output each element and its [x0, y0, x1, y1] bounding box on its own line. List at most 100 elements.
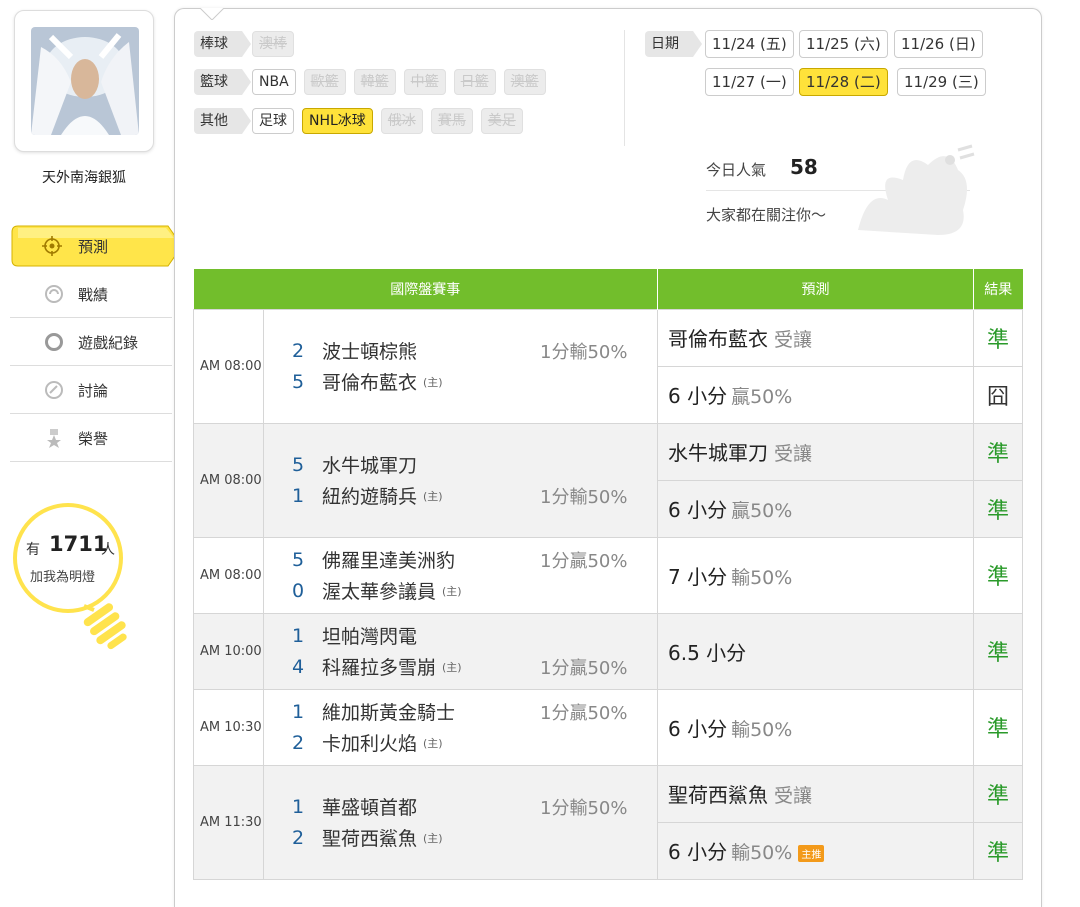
- away-team: 5 佛羅里達美洲豹 1分贏50%: [292, 544, 657, 575]
- date-label: 日期: [645, 31, 702, 57]
- column-header: 國際盤賽事: [193, 269, 658, 309]
- match-cell: 2 波士頓棕熊 1分輸50% 5 哥倫布藍衣 (主): [263, 308, 658, 424]
- team-name[interactable]: 哥倫布藍衣: [322, 368, 417, 395]
- fans-prefix: 有: [26, 542, 40, 558]
- team-name[interactable]: 水牛城軍刀: [322, 451, 417, 478]
- prediction-cell: 6 小分 贏50%: [657, 479, 974, 538]
- menu-label: 遊戲紀錄: [78, 334, 139, 352]
- prediction-pick: 6 小分: [668, 840, 728, 864]
- date-tab[interactable]: 11/29 (三): [897, 68, 986, 96]
- home-team: 5 哥倫布藍衣 (主): [292, 366, 657, 397]
- team-name[interactable]: 坦帕灣閃電: [322, 622, 417, 649]
- league-tag-selected[interactable]: NHL冰球: [302, 108, 373, 134]
- result-cell: 準: [973, 612, 1023, 690]
- home-marker: (主): [423, 489, 443, 503]
- home-team: 4 科羅拉多雪崩 (主) 1分贏50%: [292, 651, 657, 682]
- home-marker: (主): [423, 375, 443, 389]
- menu-item-record[interactable]: 戰績: [10, 270, 172, 318]
- handicap: 1分輸50%: [540, 341, 628, 363]
- team-score: 2: [292, 339, 305, 362]
- home-marker: (主): [442, 584, 462, 598]
- add-as-beacon-link[interactable]: 加我為明燈: [30, 566, 95, 585]
- table-row: AM 08:00 2 波士頓棕熊 1分輸50% 5 哥倫布藍衣 (主) 哥倫布藍衣 受讓準: [193, 308, 1023, 424]
- match-time: AM 08:00: [193, 422, 264, 538]
- team-name[interactable]: 紐約遊騎兵: [322, 482, 417, 509]
- handicap: 1分輸50%: [540, 797, 628, 819]
- match-time: AM 10:30: [193, 688, 264, 766]
- date-tab-selected[interactable]: 11/28 (二): [799, 68, 888, 96]
- team-name[interactable]: 波士頓棕熊: [322, 337, 417, 364]
- team-name[interactable]: 維加斯黃金騎士: [322, 698, 455, 725]
- column-header: 預測: [657, 269, 974, 309]
- avatar[interactable]: [31, 27, 139, 135]
- team-name[interactable]: 渥太華參議員: [322, 577, 436, 604]
- category-label: 籃球: [194, 69, 251, 95]
- popularity-label: 今日人氣: [706, 161, 767, 179]
- prediction-pick: 6 小分: [668, 498, 728, 522]
- menu-item-predict[interactable]: 預測: [10, 224, 184, 268]
- league-tag[interactable]: NBA: [252, 69, 296, 95]
- handicap: 1分輸50%: [540, 486, 628, 508]
- table-row: AM 08:00 5 佛羅里達美洲豹 1分贏50% 0 渥太華參議員 (主) 7 小分 輸50%…: [193, 536, 1023, 614]
- mascot-watermark-icon: [858, 144, 975, 235]
- category-label: 其他: [194, 108, 251, 134]
- team-score: 1: [292, 700, 305, 723]
- category-label: 棒球: [194, 31, 251, 57]
- prediction-pick: 7 小分: [668, 564, 728, 589]
- date-tab[interactable]: 11/27 (一): [705, 68, 794, 96]
- handicap: 1分贏50%: [540, 550, 628, 572]
- prediction-pick: 6 小分: [668, 716, 728, 741]
- home-team: 2 聖荷西鯊魚 (主): [292, 822, 657, 853]
- prediction-pick: 哥倫布藍衣: [668, 327, 768, 351]
- league-tag: 俄冰: [380, 108, 423, 134]
- menu-label: 榮譽: [78, 430, 109, 448]
- result-cell: 準: [973, 764, 1023, 823]
- prediction-pick: 水牛城軍刀: [668, 441, 768, 465]
- team-name[interactable]: 卡加利火焰: [322, 729, 417, 756]
- team-name[interactable]: 聖荷西鯊魚: [322, 824, 417, 851]
- prediction-cell: 哥倫布藍衣 受讓: [657, 308, 974, 367]
- prediction-cell: 水牛城軍刀 受讓: [657, 422, 974, 481]
- date-tab[interactable]: 11/24 (五): [705, 30, 794, 58]
- team-score: 5: [292, 548, 305, 571]
- team-name[interactable]: 佛羅里達美洲豹: [322, 546, 455, 573]
- prediction-odds: 輸50%: [731, 566, 793, 589]
- menu-label: 討論: [78, 382, 109, 400]
- team-name[interactable]: 華盛頓首都: [322, 793, 417, 820]
- league-tag[interactable]: 足球: [252, 108, 294, 134]
- date-tab[interactable]: 11/25 (六): [799, 30, 888, 58]
- home-marker: (主): [423, 831, 443, 845]
- prediction-pick: 聖荷西鯊魚: [668, 783, 768, 807]
- match-cell: 5 水牛城軍刀 1 紐約遊騎兵 (主) 1分輸50%: [263, 422, 658, 538]
- date-tab[interactable]: 11/26 (日): [894, 30, 983, 58]
- prediction-cell: 6 小分 輸50%: [657, 688, 974, 766]
- menu-item-honor[interactable]: 榮譽: [10, 414, 172, 462]
- team-name[interactable]: 科羅拉多雪崩: [322, 653, 436, 680]
- result-cell: 準: [973, 479, 1023, 538]
- prediction-cell: 6 小分 贏50%: [657, 365, 974, 424]
- home-team: 1 紐約遊騎兵 (主) 1分輸50%: [292, 480, 657, 511]
- prediction-odds: 輸50%: [731, 718, 793, 741]
- category-row-baseball: 棒球 澳棒: [194, 31, 302, 57]
- away-team: 2 波士頓棕熊 1分輸50%: [292, 335, 657, 366]
- team-score: 0: [292, 579, 305, 602]
- prediction-odds: 輸50%: [731, 842, 793, 864]
- avatar-frame[interactable]: [14, 10, 154, 152]
- prediction-cell: 6 小分 輸50% 主推: [657, 821, 974, 880]
- prediction-note: 受讓: [774, 329, 813, 351]
- popularity-subtitle: 大家都在關注你～: [706, 206, 827, 224]
- menu-item-discussion[interactable]: 討論: [10, 366, 172, 414]
- match-cell: 1 坦帕灣閃電 4 科羅拉多雪崩 (主) 1分贏50%: [263, 612, 658, 690]
- away-team: 5 水牛城軍刀: [292, 449, 657, 480]
- league-tag: 韓籃: [353, 69, 396, 95]
- prediction-odds: 贏50%: [731, 386, 793, 408]
- result-cell: 準: [973, 422, 1023, 481]
- page: { "user": {"name": "天外南海銀狐"}, "menu": { …: [0, 0, 1080, 907]
- fans-suffix: 人: [101, 542, 115, 558]
- target-icon: [42, 236, 62, 256]
- team-score: 1: [292, 484, 305, 507]
- prediction-note: 受讓: [774, 443, 813, 465]
- menu-item-game-log[interactable]: 遊戲紀錄: [10, 318, 172, 366]
- league-tag: 美足: [480, 108, 523, 134]
- league-tag: 歐籃: [303, 69, 346, 95]
